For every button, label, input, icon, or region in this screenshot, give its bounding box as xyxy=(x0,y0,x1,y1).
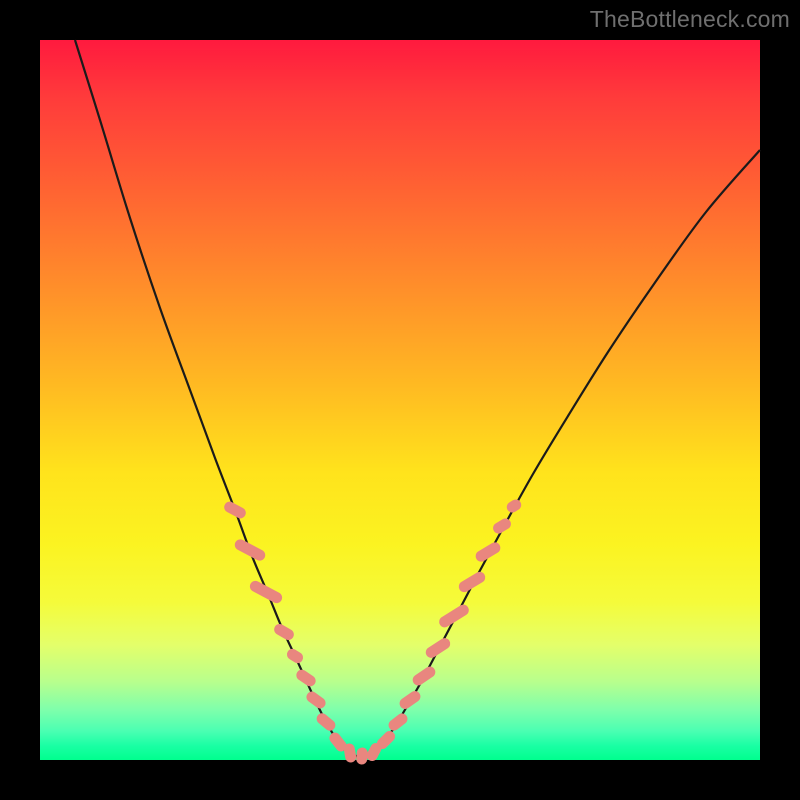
plot-area xyxy=(40,40,760,760)
chart-frame: TheBottleneck.com xyxy=(0,0,800,800)
curve-marker xyxy=(344,743,357,762)
curve-marker xyxy=(438,603,470,628)
curve-marker xyxy=(398,690,422,711)
curve-svg xyxy=(40,40,760,760)
curve-marker xyxy=(457,571,486,594)
curve-marker xyxy=(387,712,409,732)
bottleneck-curve xyxy=(75,40,760,757)
curve-marker xyxy=(305,690,327,710)
curve-marker xyxy=(273,623,295,642)
watermark-text: TheBottleneck.com xyxy=(590,6,790,33)
curve-marker xyxy=(505,498,522,514)
curve-markers xyxy=(223,498,523,764)
curve-marker xyxy=(234,538,267,562)
curve-marker xyxy=(315,712,337,733)
curve-marker xyxy=(356,748,367,765)
curve-marker xyxy=(474,541,501,563)
curve-marker xyxy=(223,500,247,519)
curve-marker xyxy=(286,648,305,665)
curve-marker xyxy=(249,580,284,605)
curve-marker xyxy=(424,637,451,660)
curve-marker xyxy=(492,517,513,535)
curve-marker xyxy=(411,665,436,687)
curve-marker xyxy=(295,668,317,687)
